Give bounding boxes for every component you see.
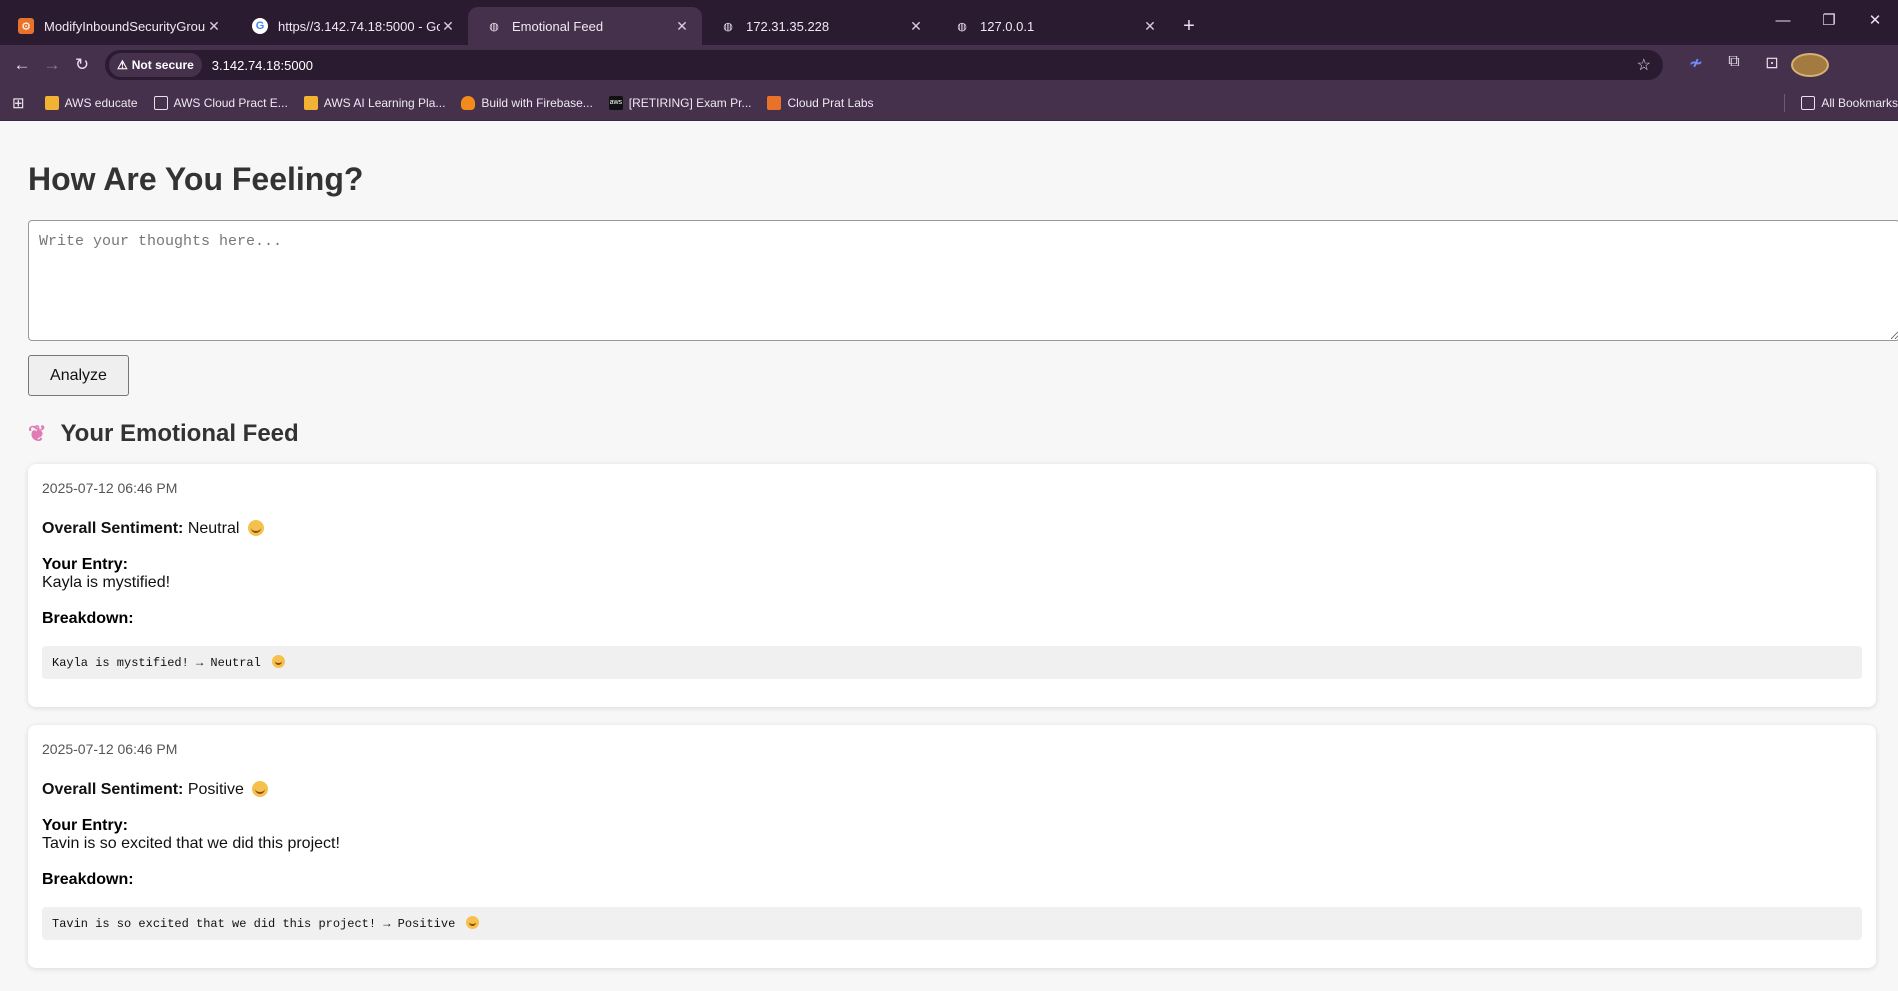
warning-icon: ⚠ <box>117 58 128 72</box>
breakdown-label: Breakdown: <box>42 871 134 888</box>
bookmark-exam-prep[interactable]: aws [RETIRING] Exam Pr... <box>601 85 760 120</box>
entry-label: Your Entry: <box>42 817 128 834</box>
breakdown-text: Kayla is mystified! → Neutral <box>52 656 261 670</box>
tab-title: 127.0.0.1 <box>980 18 1035 34</box>
new-tab-button[interactable]: + <box>1174 7 1204 45</box>
tab-title: https//3.142.74.18:5000 - Google Search <box>278 18 440 34</box>
folder-icon <box>1801 95 1816 110</box>
bookmark-label: [RETIRING] Exam Pr... <box>628 95 752 110</box>
tab-emotional-feed[interactable]: ◍ Emotional Feed ✕ <box>468 7 702 45</box>
cube-icon <box>303 95 318 110</box>
cube-icon <box>767 95 782 110</box>
globe-icon: ◍ <box>489 20 499 33</box>
tab-strip: ⚙ ModifyInboundSecurityGroupRules ✕ G ht… <box>0 0 1898 45</box>
bookmark-label: Build with Firebase... <box>481 95 593 110</box>
breakdown-block: Tavin is so excited that we did this pro… <box>42 907 1862 940</box>
url-text[interactable]: 3.142.74.18:5000 <box>212 58 313 73</box>
bookmark-aws-educate[interactable]: AWS educate <box>37 85 146 120</box>
feed-title: Your Emotional Feed <box>60 420 299 447</box>
apps-grid-icon[interactable]: ⊞ <box>0 85 37 120</box>
entry-timestamp: 2025-07-12 06:46 PM <box>42 480 178 496</box>
globe-icon: ◍ <box>723 20 733 33</box>
folder-icon <box>153 95 168 110</box>
thoughts-textarea[interactable] <box>28 220 1898 341</box>
tab-search-icon[interactable]: ⊡ <box>1753 53 1791 77</box>
browser-toolbar: ← → ↻ ⚠ Not secure 3.142.74.18:5000 ☆ ≁ … <box>0 45 1898 85</box>
profile-avatar[interactable] <box>1791 53 1829 77</box>
bookmark-label: AWS AI Learning Pla... <box>323 95 446 110</box>
breakdown-block: Kayla is mystified! → Neutral <box>42 646 1862 679</box>
neutral-face-icon <box>272 655 286 668</box>
close-window-icon[interactable]: ✕ <box>1852 0 1898 40</box>
sentiment-value: Neutral <box>187 520 240 537</box>
bookmark-label: Cloud Prat Labs <box>787 95 874 110</box>
feed-entry-card: 2025-07-12 06:46 PM Overall Sentiment: N… <box>28 464 1876 707</box>
tab-127-0-0-1[interactable]: ◍ 127.0.0.1 ✕ <box>936 7 1170 45</box>
window-controls: — ❐ ✕ <box>1760 0 1898 40</box>
close-icon[interactable]: ✕ <box>440 18 456 35</box>
toolbar-icons: ≁ ⧉ ⊡ <box>1677 53 1829 77</box>
bookmark-aws-ai-learning[interactable]: AWS AI Learning Pla... <box>296 85 454 120</box>
entry-text: Tavin is so excited that we did this pro… <box>42 835 340 852</box>
breakdown-label: Breakdown: <box>42 610 134 627</box>
address-bar[interactable]: ⚠ Not secure 3.142.74.18:5000 ☆ <box>105 50 1663 80</box>
firebase-icon <box>461 95 476 110</box>
feed-heading: ❦ Your Emotional Feed <box>28 420 1898 448</box>
close-icon[interactable]: ✕ <box>908 18 924 35</box>
tab-google-search[interactable]: G https//3.142.74.18:5000 - Google Searc… <box>234 7 468 45</box>
overall-sentiment-label: Overall Sentiment: <box>42 781 184 798</box>
overall-sentiment: Overall Sentiment: Neutral <box>42 520 1862 538</box>
page-title: How Are You Feeling? <box>28 161 364 197</box>
restore-icon[interactable]: ❐ <box>1806 0 1852 40</box>
entry-timestamp: 2025-07-12 06:46 PM <box>42 741 178 757</box>
entry-label: Your Entry: <box>42 556 128 573</box>
all-bookmarks-label: All Bookmarks <box>1821 95 1898 110</box>
all-bookmarks[interactable]: All Bookmarks <box>1793 85 1898 120</box>
smiling-face-icon <box>466 916 480 929</box>
tab-172-31-35-228[interactable]: ◍ 172.31.35.228 ✕ <box>702 7 936 45</box>
analyze-button[interactable]: Analyze <box>28 355 129 396</box>
tab-title: ModifyInboundSecurityGroupRules <box>44 18 206 34</box>
tab-title: 172.31.35.228 <box>746 18 830 34</box>
bookmark-star-icon[interactable]: ☆ <box>1637 55 1651 75</box>
sentiment-value: Positive <box>187 781 244 798</box>
neutral-face-icon <box>247 520 264 536</box>
overall-sentiment-label: Overall Sentiment: <box>42 520 184 537</box>
security-chip-label: Not secure <box>131 58 194 72</box>
smiling-face-icon <box>252 781 269 797</box>
security-chip[interactable]: ⚠ Not secure <box>109 53 202 77</box>
cube-icon <box>44 95 59 110</box>
overall-sentiment: Overall Sentiment: Positive <box>42 781 1862 799</box>
bookmark-firebase[interactable]: Build with Firebase... <box>453 85 600 120</box>
google-icon: G <box>252 18 268 34</box>
globe-icon: ◍ <box>957 20 967 33</box>
breakdown-text: Tavin is so excited that we did this pro… <box>52 917 456 931</box>
back-arrow-icon[interactable]: ← <box>7 55 37 75</box>
bookmark-label: AWS educate <box>64 95 138 110</box>
tab-aws-security-group[interactable]: ⚙ ModifyInboundSecurityGroupRules ✕ <box>0 7 234 45</box>
bookmark-aws-cloud-pract[interactable]: AWS Cloud Pract E... <box>146 85 296 120</box>
bookmark-cloud-prat-labs[interactable]: Cloud Prat Labs <box>759 85 881 120</box>
forward-arrow-icon[interactable]: → <box>37 55 67 75</box>
bookmarks-bar: ⊞ AWS educate AWS Cloud Pract E... AWS A… <box>0 85 1898 121</box>
reload-icon[interactable]: ↻ <box>67 55 97 75</box>
entry-text: Kayla is mystified! <box>42 574 171 591</box>
close-icon[interactable]: ✕ <box>206 18 222 35</box>
aws-icon: aws <box>608 95 623 110</box>
extension-wave-icon[interactable]: ≁ <box>1677 53 1715 77</box>
close-icon[interactable]: ✕ <box>674 18 690 35</box>
aws-console-icon: ⚙ <box>18 18 34 34</box>
bookmark-label: AWS Cloud Pract E... <box>173 95 288 110</box>
brain-icon: ❦ <box>28 421 47 446</box>
minimize-icon[interactable]: — <box>1760 0 1806 40</box>
extensions-puzzle-icon[interactable]: ⧉ <box>1715 53 1753 77</box>
feed-entry-card: 2025-07-12 06:46 PM Overall Sentiment: P… <box>28 725 1876 968</box>
page-content: How Are You Feeling? Analyze ❦ Your Emot… <box>0 121 1898 968</box>
tab-title: Emotional Feed <box>512 18 604 34</box>
bookmarks-divider <box>1784 93 1786 112</box>
close-icon[interactable]: ✕ <box>1142 18 1158 35</box>
